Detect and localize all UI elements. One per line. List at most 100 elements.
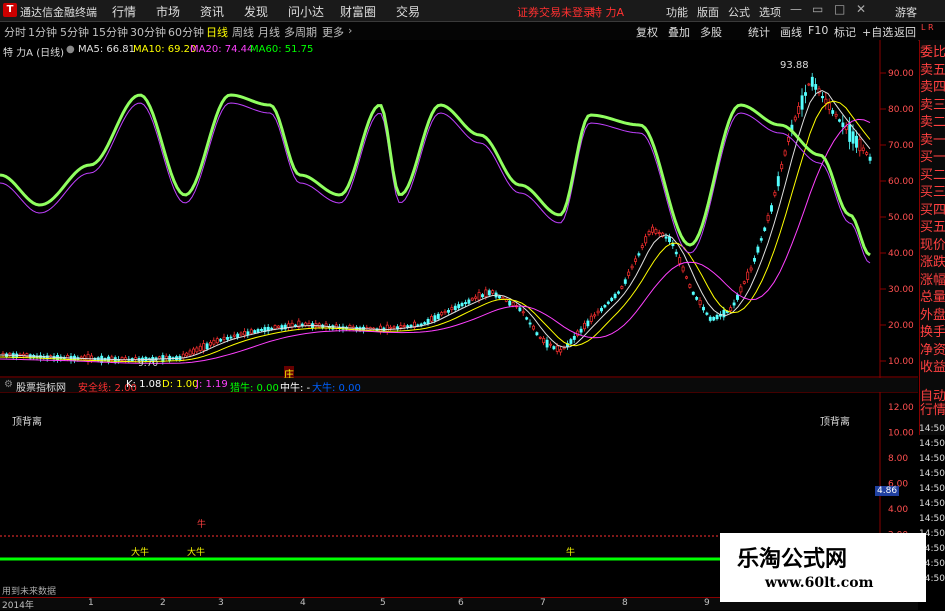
candle-body xyxy=(623,279,627,284)
period-daily[interactable]: 日线 xyxy=(206,24,228,40)
right-panel-item[interactable]: 净资 xyxy=(920,344,945,357)
right-panel-item[interactable]: 委比 xyxy=(920,46,945,59)
period-5min[interactable]: 5分钟 xyxy=(60,24,89,40)
right-panel-item[interactable]: 现价 xyxy=(920,239,945,252)
right-panel-item[interactable]: 卖四 xyxy=(920,81,945,94)
candle-body xyxy=(477,292,481,301)
right-panel-item[interactable]: 涨幅 xyxy=(920,274,945,287)
menu-market[interactable]: 市场 xyxy=(156,3,180,20)
candle-body xyxy=(861,147,865,151)
period-1min[interactable]: 1分钟 xyxy=(28,24,57,40)
candle-body xyxy=(722,309,726,318)
guest-label[interactable]: 游客 xyxy=(895,4,917,20)
candle-body xyxy=(212,339,216,345)
menu-options[interactable]: 选项 xyxy=(759,4,781,20)
candle-body xyxy=(579,328,583,333)
btn-overlay[interactable]: 叠加 xyxy=(668,24,690,40)
settings-icon[interactable]: ⚙ xyxy=(4,379,13,390)
right-panel-item[interactable]: 卖三 xyxy=(920,99,945,112)
candle-body xyxy=(634,258,637,262)
minimize-icon[interactable]: — xyxy=(790,2,802,16)
high-price-label: 93.88 xyxy=(780,60,809,71)
right-auto[interactable]: 自动 xyxy=(920,390,945,403)
right-panel-item[interactable]: 买四 xyxy=(920,204,945,217)
right-panel-item[interactable]: 买五 xyxy=(920,221,945,234)
period-bar: 分时 1分钟 5分钟 15分钟 30分钟 60分钟 日线 周线 月线 多周期 更… xyxy=(0,22,945,41)
menu-quotes[interactable]: 行情 xyxy=(112,3,136,20)
menu-layout[interactable]: 版面 xyxy=(697,4,719,20)
right-panel-item[interactable]: 卖二 xyxy=(920,116,945,129)
right-panel-item[interactable]: 买一 xyxy=(920,151,945,164)
chevron-right-icon[interactable]: › xyxy=(348,24,352,37)
candle-body xyxy=(674,251,678,255)
right-panel-item[interactable]: 卖五 xyxy=(920,64,945,77)
candle-body xyxy=(797,106,801,114)
candle-body xyxy=(630,265,634,269)
period-multi[interactable]: 多周期 xyxy=(284,24,317,40)
watermark-url: www.60lt.com xyxy=(765,575,874,591)
menu-wealth[interactable]: 财富圈 xyxy=(340,3,376,20)
candle-body xyxy=(549,343,552,346)
panel-tab-l[interactable]: L R xyxy=(921,23,934,32)
candle-body xyxy=(773,192,777,196)
btn-back[interactable]: 返回 xyxy=(894,24,916,40)
candle-body xyxy=(436,313,440,319)
kline-chart[interactable]: 90.00 80.00 70.00 60.00 50.00 40.00 30.00 20.00… xyxy=(0,40,918,597)
btn-mark[interactable]: 标记 xyxy=(834,24,856,40)
right-panel-item[interactable]: 卖一 xyxy=(920,134,945,147)
period-15min[interactable]: 15分钟 xyxy=(92,24,128,40)
top-divergence-left: 顶背离 xyxy=(12,417,42,428)
candle-body xyxy=(134,357,138,360)
period-weekly[interactable]: 周线 xyxy=(232,24,254,40)
right-panel-item[interactable]: 外盘 xyxy=(920,309,945,322)
btn-stats[interactable]: 统计 xyxy=(748,24,770,40)
period-60min[interactable]: 60分钟 xyxy=(168,24,204,40)
candle-body xyxy=(192,348,195,355)
candle-body xyxy=(491,290,495,294)
btn-adjust[interactable]: 复权 xyxy=(636,24,658,40)
right-panel-item[interactable]: 涨跌 xyxy=(920,256,945,269)
right-panel-item[interactable]: 换手 xyxy=(920,326,945,339)
candle-body xyxy=(780,164,784,170)
btn-f10[interactable]: F10 xyxy=(808,24,828,37)
right-quotes[interactable]: 行情 xyxy=(920,404,945,417)
right-panel-item[interactable]: 买二 xyxy=(920,169,945,182)
period-more[interactable]: 更多 xyxy=(322,24,344,40)
menu-function[interactable]: 功能 xyxy=(666,4,688,20)
candle-body xyxy=(685,276,688,279)
period-intraday[interactable]: 分时 xyxy=(4,24,26,40)
menu-discover[interactable]: 发现 xyxy=(244,3,268,20)
candle-body xyxy=(470,297,474,301)
period-30min[interactable]: 30分钟 xyxy=(130,24,166,40)
right-panel-item[interactable]: 收益 xyxy=(920,361,945,374)
bull-label-3: 牛 xyxy=(197,520,207,530)
candle-body xyxy=(256,329,260,333)
maximize-icon[interactable]: □ xyxy=(834,2,845,16)
btn-add-watchlist[interactable]: +自选 xyxy=(862,24,893,40)
indicator-header: ⚙ 股票指标网 安全线: 2.00 K: 1.08 D: 1.00 J: 1.1… xyxy=(0,378,918,394)
candle-body xyxy=(865,152,869,155)
btn-multi-stock[interactable]: 多股 xyxy=(700,24,722,40)
restore-icon[interactable]: ▭ xyxy=(812,2,823,16)
time-entry: 14:50 xyxy=(919,499,945,509)
candle-body xyxy=(712,316,716,321)
menu-formula[interactable]: 公式 xyxy=(728,4,750,20)
candle-body xyxy=(681,266,685,272)
close-icon[interactable]: ✕ xyxy=(856,2,866,16)
menu-news[interactable]: 资讯 xyxy=(200,3,224,20)
candle-body xyxy=(481,294,484,298)
candle-body xyxy=(804,92,807,96)
candle-body xyxy=(668,236,671,243)
right-panel-item[interactable]: 总量 xyxy=(920,291,945,304)
indicator-name[interactable]: 股票指标网 xyxy=(16,379,66,394)
period-monthly[interactable]: 月线 xyxy=(258,24,280,40)
indicator-y-tick-label: 8.00 xyxy=(888,454,908,464)
btn-draw[interactable]: 画线 xyxy=(780,24,802,40)
main-y-tick-label: 20.00 xyxy=(888,321,914,331)
date-3: 3 xyxy=(218,598,224,608)
menu-trade[interactable]: 交易 xyxy=(396,3,420,20)
login-warning[interactable]: 证券交易未登录 xyxy=(517,4,594,20)
candle-body xyxy=(644,236,648,244)
menu-ask-xiaoda[interactable]: 问小达 xyxy=(288,3,324,20)
right-panel-item[interactable]: 买三 xyxy=(920,186,945,199)
